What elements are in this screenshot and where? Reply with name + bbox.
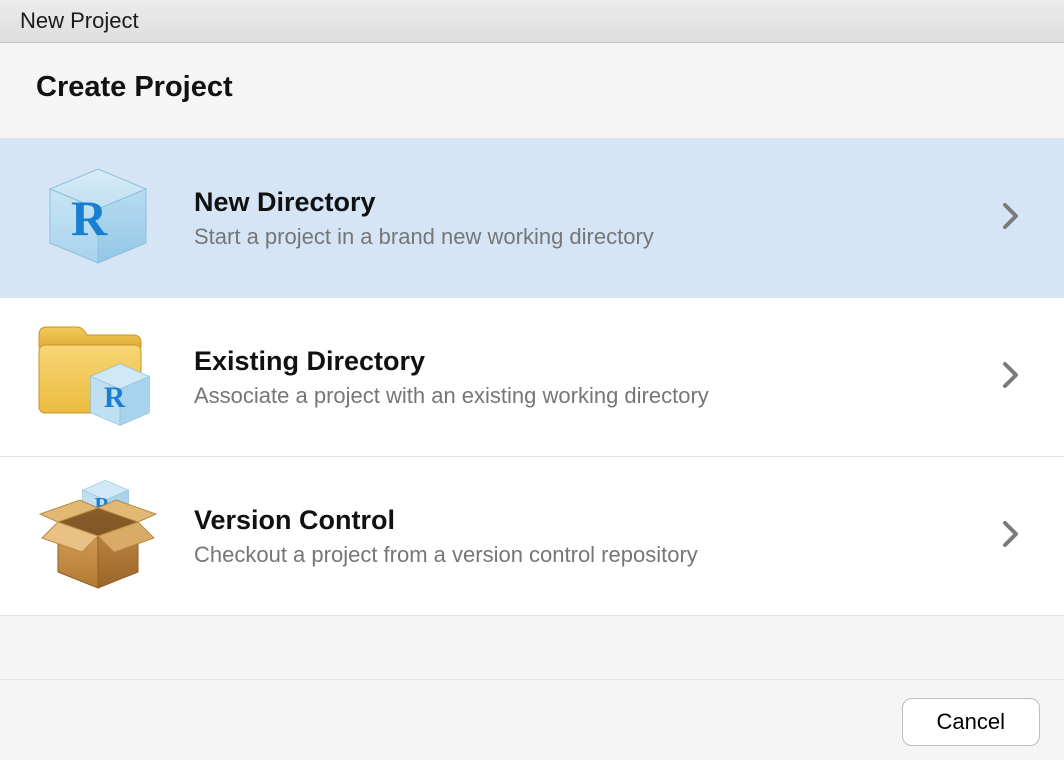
- option-text: Existing Directory Associate a project w…: [168, 346, 1002, 409]
- option-subtitle: Checkout a project from a version contro…: [194, 542, 1002, 568]
- option-title: New Directory: [194, 187, 1002, 218]
- cancel-button[interactable]: Cancel: [902, 698, 1040, 746]
- option-existing-directory[interactable]: R Existing Directory Associate a project…: [0, 297, 1064, 456]
- option-text: New Directory Start a project in a brand…: [168, 187, 1002, 250]
- option-subtitle: Associate a project with an existing wor…: [194, 383, 1002, 409]
- option-title: Existing Directory: [194, 346, 1002, 377]
- folder-r-cube-icon: R: [28, 322, 168, 432]
- dialog-footer: Cancel: [0, 679, 1064, 760]
- option-new-directory[interactable]: R New Directory Start a project in a bra…: [0, 138, 1064, 297]
- chevron-right-icon: [1002, 520, 1020, 553]
- option-list: R New Directory Start a project in a bra…: [0, 138, 1064, 616]
- chevron-right-icon: [1002, 361, 1020, 394]
- option-title: Version Control: [194, 505, 1002, 536]
- option-subtitle: Start a project in a brand new working d…: [194, 224, 1002, 250]
- svg-text:R: R: [104, 382, 126, 414]
- option-text: Version Control Checkout a project from …: [168, 505, 1002, 568]
- option-version-control[interactable]: R Version Control Checkout a project fro…: [0, 456, 1064, 616]
- page-header: Create Project: [0, 43, 1064, 138]
- r-cube-icon: R: [28, 163, 168, 273]
- page-title: Create Project: [36, 71, 1028, 104]
- chevron-right-icon: [1002, 202, 1020, 235]
- box-r-cube-icon: R: [28, 481, 168, 591]
- titlebar: New Project: [0, 0, 1064, 43]
- window-title: New Project: [20, 8, 1044, 34]
- svg-text:R: R: [71, 190, 108, 246]
- dialog-window: New Project Create Project: [0, 0, 1064, 760]
